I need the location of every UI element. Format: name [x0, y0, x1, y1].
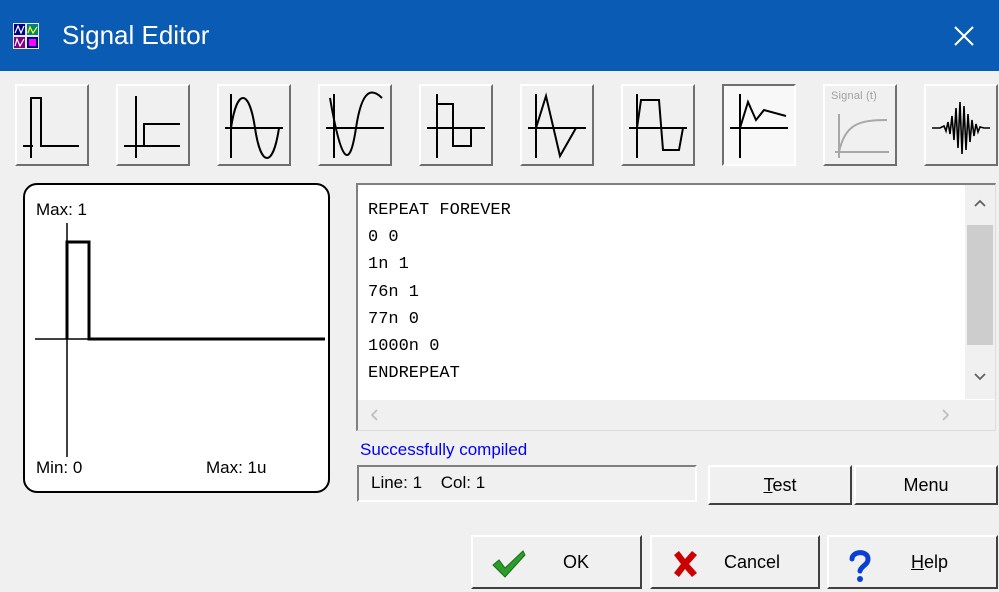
test-button-label: Test: [763, 475, 796, 496]
code-text[interactable]: REPEAT FOREVER 0 0 1n 1 76n 1 77n 0 1000…: [368, 197, 511, 387]
ok-button[interactable]: OK: [471, 535, 642, 589]
code-line: REPEAT FOREVER: [368, 201, 511, 220]
help-button[interactable]: Help: [827, 535, 998, 589]
step-wave-icon: [124, 96, 180, 158]
scrollbar-corner: [965, 400, 995, 430]
signal-preview-plot: [35, 223, 325, 457]
step-wave-button[interactable]: [116, 84, 190, 166]
pwl-wave-icon: [730, 94, 788, 158]
compile-status-message: Successfully compiled: [360, 440, 528, 459]
trapezoid-wave-button[interactable]: [621, 84, 695, 166]
cursor-col: Col: 1: [440, 473, 486, 492]
close-button[interactable]: [929, 0, 999, 71]
cancel-button[interactable]: Cancel: [650, 535, 820, 589]
signal-preview-panel: Max: 1 Min: 0 Max: 1u: [23, 183, 330, 493]
cursor-line: Line: 1: [371, 473, 423, 492]
horizontal-scrollbar[interactable]: [358, 400, 966, 430]
burst-wave-button[interactable]: [924, 84, 998, 166]
signal-function-button[interactable]: Signal (t): [823, 84, 897, 166]
scroll-down-icon[interactable]: [974, 373, 986, 381]
ok-button-label: OK: [563, 552, 590, 572]
impulse-wave-button[interactable]: [15, 84, 89, 166]
help-label-rest: elp: [924, 552, 949, 572]
burst-wave-icon: [932, 101, 990, 155]
code-line: 77n 0: [368, 309, 420, 329]
menu-button[interactable]: Menu: [854, 465, 998, 505]
signal-function-icon: [835, 114, 889, 158]
cursor-position-statusbar: Line: 1 Col: 1: [357, 465, 697, 502]
code-line: ENDREPEAT: [368, 364, 460, 384]
vertical-scrollbar[interactable]: [965, 185, 995, 399]
inverted-sine-wave-icon: [326, 91, 384, 158]
help-accel-key: H: [911, 552, 924, 572]
code-line: 1n 1: [368, 255, 409, 275]
signal-code-editor[interactable]: REPEAT FOREVER 0 0 1n 1 76n 1 77n 0 1000…: [356, 183, 996, 431]
scroll-left-icon[interactable]: [370, 409, 378, 421]
scroll-right-icon[interactable]: [942, 409, 950, 421]
pwl-wave-button[interactable]: [722, 84, 796, 166]
help-question-icon: [849, 550, 871, 582]
window-title: Signal Editor: [62, 20, 210, 50]
test-label-rest: est: [772, 474, 797, 495]
cancel-button-label: Cancel: [724, 552, 781, 572]
inverted-sine-wave-button[interactable]: [318, 84, 392, 166]
scroll-up-icon[interactable]: [974, 199, 986, 207]
code-line: 1000n 0: [368, 337, 440, 357]
impulse-wave-icon: [23, 97, 79, 158]
sine-wave-icon: [225, 94, 283, 159]
help-button-label: Help: [911, 552, 948, 573]
square-wave-button[interactable]: [419, 84, 493, 166]
preview-waveform: [65, 240, 325, 341]
waveform-toolbar: Signal (t): [15, 84, 998, 172]
triangle-wave-icon: [528, 92, 586, 159]
test-button[interactable]: Test: [708, 465, 852, 505]
code-line: 0 0: [368, 228, 399, 248]
close-icon: [954, 25, 974, 46]
cancel-x-icon: [674, 551, 697, 577]
title-bar: Signal Editor: [0, 0, 999, 71]
menu-button-label: Menu: [903, 474, 949, 495]
vertical-scroll-thumb[interactable]: [967, 225, 993, 345]
checkmark-icon: [492, 550, 526, 578]
code-line: 76n 1: [368, 282, 420, 302]
square-wave-icon: [427, 94, 485, 158]
trapezoid-wave-icon: [629, 94, 687, 158]
app-icon: [13, 23, 39, 49]
triangle-wave-button[interactable]: [520, 84, 594, 166]
sine-wave-button[interactable]: [217, 84, 291, 166]
